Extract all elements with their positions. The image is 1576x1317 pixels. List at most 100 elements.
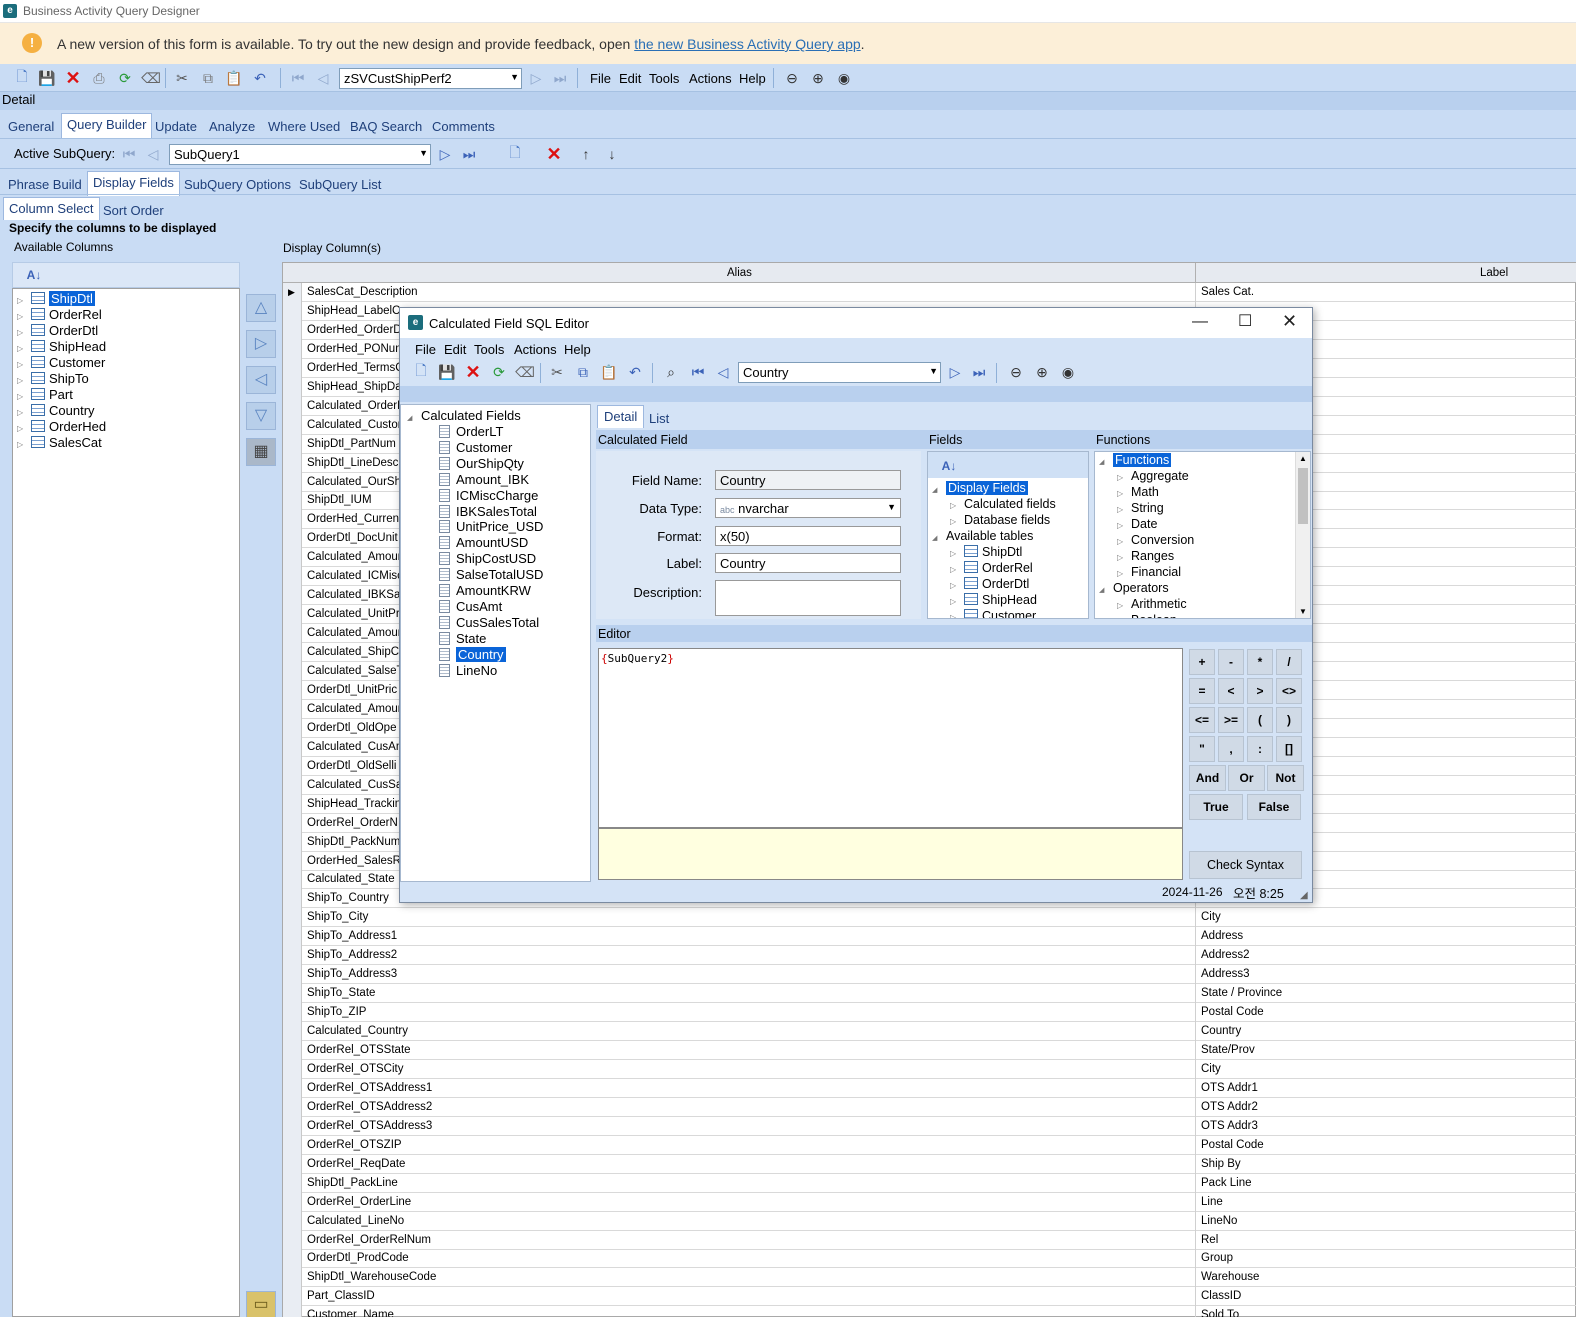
row-header[interactable] (283, 984, 302, 1004)
database-fields-node[interactable]: ▷ Database fields (950, 513, 1050, 529)
table-row[interactable]: OrderDtl_ProdCode Group (283, 1249, 1576, 1269)
description-input[interactable] (715, 580, 901, 616)
function-category-node[interactable]: ▷ Conversion (1117, 533, 1194, 549)
table-row[interactable]: Calculated_Country Country (283, 1022, 1576, 1042)
scroll-up-icon[interactable]: ▲ (1299, 454, 1307, 463)
label-input[interactable]: Country (715, 553, 901, 573)
note-button[interactable]: ▭ (246, 1291, 276, 1317)
last-subquery-icon[interactable]: ⏭ (460, 145, 478, 163)
tab-sort-order[interactable]: Sort Order (103, 203, 164, 218)
back-icon[interactable]: ⊖ (1007, 363, 1025, 381)
row-header[interactable] (283, 699, 302, 719)
calc-field-item[interactable]: Amount_IBK (439, 472, 529, 488)
table-row[interactable]: ShipDtl_WarehouseCode Warehouse (283, 1268, 1576, 1288)
refresh-icon[interactable]: ⟳ (116, 69, 134, 87)
table-row[interactable]: ShipDtl_PackLine Pack Line (283, 1173, 1576, 1193)
expand-arrow-icon[interactable]: ▷ (17, 344, 31, 353)
row-header[interactable] (283, 377, 302, 397)
row-header[interactable] (283, 832, 302, 852)
format-input[interactable]: x(50) (715, 526, 901, 546)
row-header[interactable] (283, 320, 302, 340)
dialog-menu-actions[interactable]: Actions (514, 342, 557, 357)
table-tree-item[interactable]: ▷ Customer (17, 355, 105, 371)
row-header[interactable] (283, 1059, 302, 1079)
scroll-down-icon[interactable]: ▼ (1299, 607, 1307, 616)
row-header[interactable] (283, 927, 302, 947)
operator-key-button[interactable]: + (1189, 649, 1215, 675)
table-row[interactable]: Part_ClassID ClassID (283, 1287, 1576, 1307)
expand-arrow-icon[interactable]: ▷ (950, 613, 964, 618)
save-icon[interactable]: 💾 (38, 69, 56, 87)
row-header[interactable] (283, 358, 302, 378)
table-tree-item[interactable]: ▷ Country (17, 403, 95, 419)
sort-az-icon[interactable]: A↓ (25, 266, 43, 284)
first-subquery-icon[interactable]: ⏮ (120, 145, 138, 163)
operator-key-button[interactable]: <= (1189, 707, 1215, 733)
expand-arrow-icon[interactable]: ▷ (950, 549, 964, 558)
row-header[interactable] (283, 396, 302, 416)
dialog-nav-combo[interactable]: Country ▼ (738, 362, 941, 383)
menu-edit[interactable]: Edit (619, 71, 641, 86)
row-header[interactable] (283, 680, 302, 700)
next-record-icon[interactable]: ▷ (946, 363, 964, 381)
expand-arrow-icon[interactable]: ▷ (1117, 553, 1131, 562)
table-row[interactable]: OrderRel_OTSAddress3 OTS Addr3 (283, 1116, 1576, 1136)
row-header[interactable] (283, 339, 302, 359)
paste-icon[interactable]: 📋 (225, 69, 243, 87)
row-header[interactable] (283, 415, 302, 435)
table-tree-item[interactable]: ▷ Part (17, 387, 73, 403)
expand-arrow-icon[interactable]: ▷ (950, 597, 964, 606)
function-category-node[interactable]: ▷ Date (1117, 517, 1157, 533)
tab-general[interactable]: General (8, 119, 54, 134)
calc-field-item[interactable]: AmountKRW (439, 583, 531, 599)
tab-update[interactable]: Update (155, 119, 197, 134)
expand-arrow-icon[interactable]: ▷ (1117, 569, 1131, 578)
row-header[interactable] (283, 1097, 302, 1117)
move-up-icon[interactable]: ↑ (577, 145, 595, 163)
table-row[interactable]: OrderRel_OTSState State/Prov (283, 1041, 1576, 1060)
copy-icon[interactable]: ⧉ (199, 69, 217, 87)
false-button[interactable]: False (1247, 794, 1301, 820)
sql-editor[interactable]: {SubQuery2} (598, 648, 1183, 828)
operator-key-button[interactable]: " (1189, 736, 1215, 762)
move-up-button[interactable]: △ (246, 294, 276, 322)
table-row[interactable]: ShipTo_ZIP Postal Code (283, 1003, 1576, 1023)
alias-header[interactable]: Alias (727, 267, 752, 279)
menu-help[interactable]: Help (739, 71, 766, 86)
expand-arrow-icon[interactable]: ▷ (950, 517, 964, 526)
new-icon[interactable]: 🗋 (412, 362, 430, 381)
row-header[interactable] (283, 1192, 302, 1212)
table-tree-item[interactable]: ▷ OrderRel (17, 307, 102, 323)
true-button[interactable]: True (1189, 794, 1243, 820)
table-tree-item[interactable]: ▷ ShipDtl (17, 291, 95, 307)
calc-field-item[interactable]: LineNo (439, 663, 497, 679)
expand-arrow-icon[interactable]: ▷ (1117, 489, 1131, 498)
expand-arrow-icon[interactable]: ▷ (17, 440, 31, 449)
operator-key-button[interactable]: [] (1276, 736, 1302, 762)
collapse-arrow-icon[interactable]: ◢ (1099, 586, 1113, 594)
dialog-menu-edit[interactable]: Edit (444, 342, 466, 357)
menu-file[interactable]: File (590, 71, 611, 86)
function-category-node[interactable]: ▷ String (1117, 501, 1164, 517)
prev-record-icon[interactable]: ◁ (314, 69, 332, 87)
row-header[interactable] (283, 301, 302, 321)
operator-key-button[interactable]: ) (1276, 707, 1302, 733)
table-row[interactable]: OrderRel_OTSCity City (283, 1059, 1576, 1079)
new-icon[interactable]: 🗋 (13, 68, 31, 87)
row-header[interactable] (283, 567, 302, 587)
tab-comments[interactable]: Comments (432, 119, 495, 134)
clear-icon[interactable]: ⌫ (141, 69, 161, 87)
move-down-button[interactable]: ▽ (246, 402, 276, 430)
maximize-icon[interactable]: ☐ (1238, 311, 1252, 331)
copy-icon[interactable]: ⧉ (574, 363, 592, 381)
functions-scrollbar[interactable]: ▲ ▼ (1295, 452, 1310, 618)
cut-icon[interactable]: ✂ (173, 69, 191, 87)
row-header[interactable] (283, 718, 302, 738)
table-row[interactable]: Calculated_LineNo LineNo (283, 1211, 1576, 1231)
forward-icon[interactable]: ⊕ (1033, 363, 1051, 381)
calc-field-item[interactable]: Customer (439, 440, 512, 456)
row-header[interactable] (283, 472, 302, 492)
calc-field-item[interactable]: CusAmt (439, 599, 502, 615)
expand-arrow-icon[interactable]: ▷ (17, 392, 31, 401)
table-row[interactable]: ShipTo_Address3 Address3 (283, 965, 1576, 985)
